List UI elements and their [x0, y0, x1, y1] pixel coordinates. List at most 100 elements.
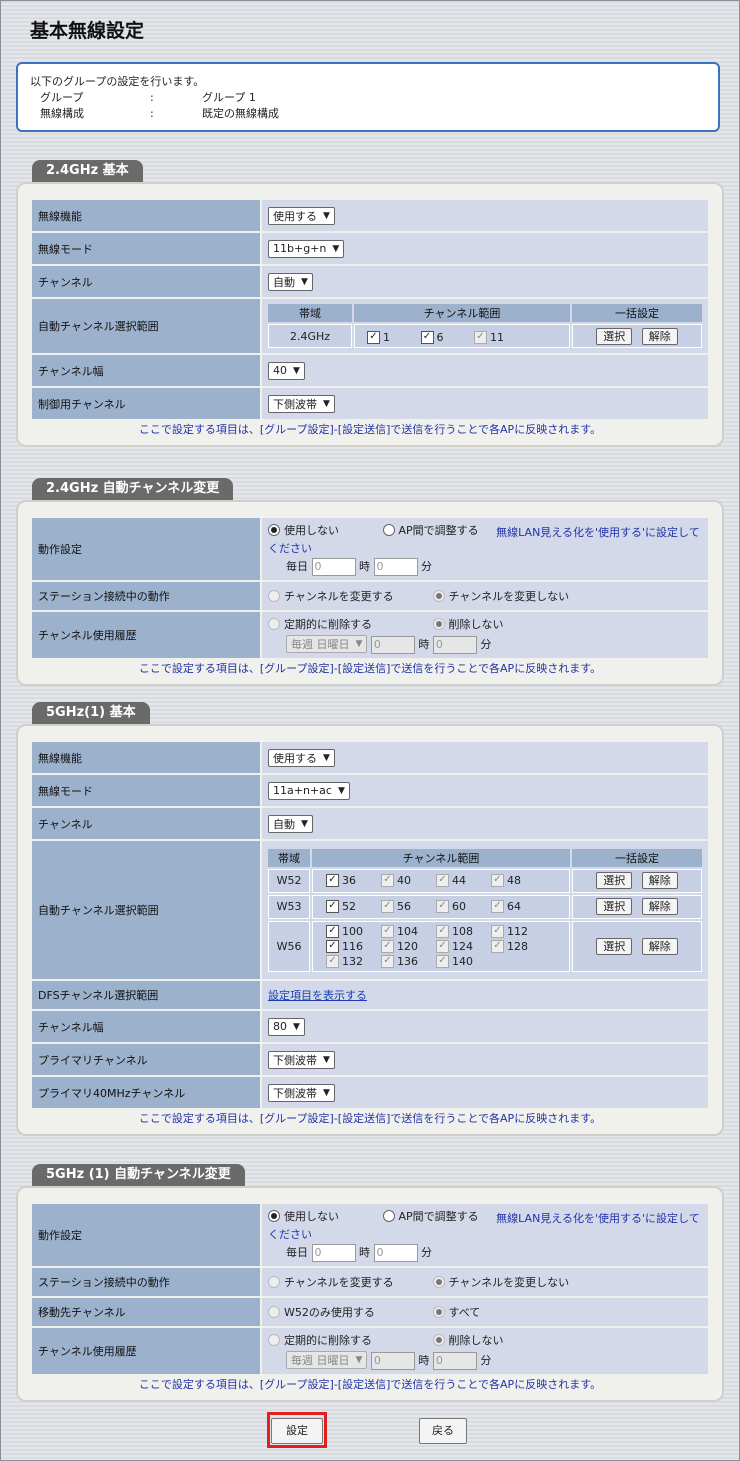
select-all-button[interactable]: 選択 [596, 872, 633, 889]
channel-checkbox[interactable]: ✓ 100 [326, 924, 381, 938]
station-nochange-radio[interactable]: チャンネルを変更しない [432, 588, 569, 604]
mode-select[interactable]: 11b+g+n ▼ [268, 239, 345, 258]
mode-select[interactable]: 11a+n+ac ▼ [268, 781, 350, 800]
channel-select[interactable]: 自動 ▼ [268, 814, 313, 833]
channel-label: 48 [507, 874, 521, 887]
channel-select[interactable]: 自動 ▼ [268, 272, 313, 291]
row-channel: チャンネル 自動 ▼ [32, 266, 708, 297]
auto-range-table: 帯域 チャンネル範囲 一括設定 2.4GHz ✓ 1 ✓ 6 ✓ 11 選択 解… [266, 302, 704, 350]
channel-label: 128 [507, 939, 528, 953]
channel-label: 56 [397, 900, 411, 913]
chevron-down-icon: ▼ [355, 639, 363, 649]
channel-label: 1 [383, 330, 390, 344]
select-all-button[interactable]: 選択 [596, 327, 633, 345]
form-24ghz-auto: 動作設定 使用しない AP間で調整する 無線LAN見える化を'使用する'に設定し… [32, 516, 708, 660]
primary40-channel-select[interactable]: 下側波帯 ▼ [268, 1083, 335, 1102]
clear-all-button[interactable]: 解除 [641, 898, 678, 915]
history-keep-radio[interactable]: 削除しない [432, 616, 504, 632]
primary-channel-select[interactable]: 下側波帯 ▼ [268, 1050, 335, 1069]
chevron-down-icon: ▼ [301, 818, 308, 829]
select-all-button[interactable]: 選択 [596, 898, 633, 915]
band-cell: W52 [268, 868, 310, 893]
clear-all-button[interactable]: 解除 [641, 872, 678, 889]
station-change-radio[interactable]: チャンネルを変更する [268, 588, 423, 604]
history-delete-radio[interactable]: 定期的に削除する [268, 1332, 423, 1348]
hour-input[interactable]: 0 [370, 636, 415, 654]
minute-label: 分 [421, 560, 432, 573]
minute-input[interactable]: 0 [432, 1352, 477, 1370]
check-icon: ✓ [491, 924, 504, 938]
op-adjust-radio[interactable]: AP間で調整する [382, 522, 479, 538]
history-keep-radio[interactable]: 削除しない [432, 1332, 504, 1348]
header-range: チャンネル範囲 [354, 304, 570, 322]
hour-input[interactable]: 0 [311, 1244, 356, 1262]
wireless-func-select[interactable]: 使用する ▼ [268, 206, 335, 225]
channel-checkbox[interactable]: ✓ 108 [436, 924, 491, 938]
channel-checkbox[interactable]: ✓ 52 [326, 900, 381, 913]
op-off-radio[interactable]: 使用しない [268, 522, 373, 538]
channel-checkbox[interactable]: ✓ 40 [381, 874, 436, 887]
channel-checkbox[interactable]: ✓ 112 [491, 924, 546, 938]
station-nochange-radio[interactable]: チャンネルを変更しない [432, 1274, 569, 1290]
minute-input[interactable]: 0 [373, 1244, 418, 1262]
channel-label: 36 [342, 874, 356, 887]
weekday-select[interactable]: 毎週 日曜日 ▼ [286, 1351, 368, 1369]
channel-checkbox[interactable]: ✓ 44 [436, 874, 491, 887]
channel-checkbox[interactable]: ✓ 60 [436, 900, 491, 913]
check-icon: ✓ [436, 939, 449, 953]
channel-checkbox[interactable]: ✓ 36 [326, 874, 381, 887]
select-value: 自動 [273, 817, 295, 831]
op-adjust-radio[interactable]: AP間で調整する [382, 1208, 479, 1224]
clear-all-button[interactable]: 解除 [641, 327, 678, 345]
check-icon: ✓ [491, 874, 504, 887]
back-button[interactable]: 戻る [419, 1418, 467, 1444]
channel-checkbox[interactable]: ✓ 104 [381, 924, 436, 938]
label: 無線機能 [32, 742, 262, 773]
station-change-radio[interactable]: チャンネルを変更する [268, 1274, 423, 1290]
check-icon: ✓ [474, 330, 487, 344]
channel-label: 112 [507, 924, 528, 938]
set-button[interactable]: 設定 [271, 1418, 323, 1444]
channel-checkbox[interactable]: ✓ 140 [436, 954, 491, 968]
channel-checkbox[interactable]: ✓ 64 [491, 900, 546, 913]
channel-checkbox[interactable]: ✓ 136 [381, 954, 436, 968]
dest-all-radio[interactable]: すべて [432, 1304, 480, 1320]
label: 動作設定 [32, 518, 262, 580]
history-delete-radio[interactable]: 定期的に削除する [268, 616, 423, 632]
clear-all-button[interactable]: 解除 [641, 937, 678, 955]
radio-icon [432, 589, 445, 602]
check-icon: ✓ [491, 939, 504, 953]
label: チャンネル使用履歴 [32, 612, 262, 658]
channel-checkbox[interactable]: ✓ 128 [491, 939, 546, 953]
channel-checkbox[interactable]: ✓ 48 [491, 874, 546, 887]
label: 無線機能 [32, 200, 262, 231]
wireless-func-select[interactable]: 使用する ▼ [268, 748, 335, 767]
channel-checkbox[interactable]: ✓ 124 [436, 939, 491, 953]
minute-input[interactable]: 0 [373, 558, 418, 576]
info-value: グループ 1 [202, 91, 256, 104]
channel-checkbox[interactable]: ✓ 56 [381, 900, 436, 913]
channel-6-checkbox[interactable]: ✓ 6 [420, 330, 471, 344]
hour-input[interactable]: 0 [311, 558, 356, 576]
info-key: 無線構成 [40, 107, 84, 120]
op-off-radio[interactable]: 使用しない [268, 1208, 373, 1224]
weekday-select[interactable]: 毎週 日曜日 ▼ [286, 635, 368, 653]
panel-5ghz-basic: 無線機能 使用する ▼ 無線モード 11a+n+ac ▼ チャンネル 自動 ▼ 自動チ… [16, 724, 724, 1136]
dest-w52-radio[interactable]: W52のみ使用する [268, 1304, 423, 1320]
channel-checkbox[interactable]: ✓ 132 [326, 954, 381, 968]
channel-1-checkbox[interactable]: ✓ 1 [367, 330, 417, 344]
channel-checkbox[interactable]: ✓ 120 [381, 939, 436, 953]
info-value: 既定の無線構成 [202, 107, 279, 120]
channel-11-checkbox[interactable]: ✓ 11 [474, 330, 504, 344]
show-settings-link[interactable]: 設定項目を表示する [268, 989, 367, 1002]
minute-input[interactable]: 0 [432, 636, 477, 654]
hour-input[interactable]: 0 [370, 1352, 415, 1370]
channel-checkbox[interactable]: ✓ 116 [326, 939, 381, 953]
width-select[interactable]: 80 ▼ [268, 1017, 305, 1036]
width-select[interactable]: 40 ▼ [268, 361, 305, 380]
check-icon: ✓ [326, 874, 339, 887]
form-5ghz-basic: 無線機能 使用する ▼ 無線モード 11a+n+ac ▼ チャンネル 自動 ▼ 自動チ… [32, 740, 708, 1110]
select-all-button[interactable]: 選択 [596, 937, 633, 955]
check-icon: ✓ [381, 954, 394, 968]
control-channel-select[interactable]: 下側波帯 ▼ [268, 394, 335, 413]
